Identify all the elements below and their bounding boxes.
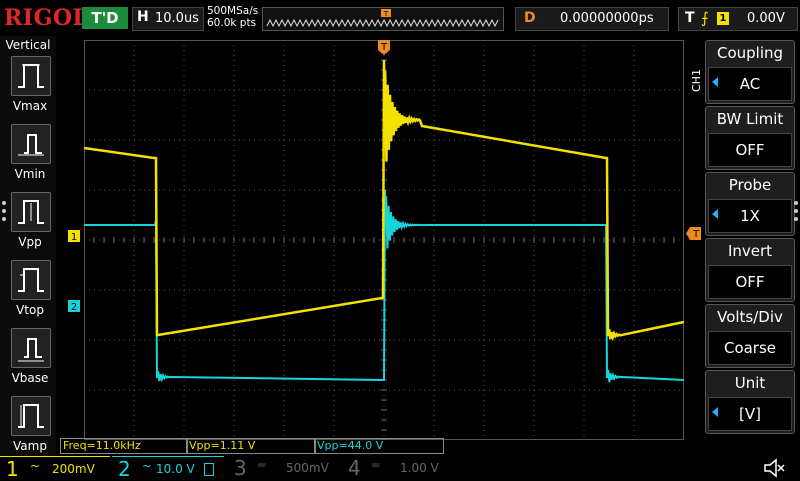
memory-overview-waveform: T: [266, 9, 499, 28]
scroll-dot: [2, 201, 6, 205]
vpp-icon: [18, 200, 44, 224]
bw-limit-title: BW Limit: [716, 110, 784, 128]
vmin-button[interactable]: [11, 124, 51, 164]
vtop-icon: [18, 268, 44, 292]
vmax-button[interactable]: [11, 56, 51, 96]
vtop-button[interactable]: [11, 260, 51, 300]
vpp-button[interactable]: [11, 192, 51, 232]
vbase-icon: [18, 338, 44, 362]
coupling-value: AC: [708, 67, 792, 101]
vmax-label: Vmax: [12, 99, 48, 113]
delay-value: 0.00000000ps: [560, 11, 654, 26]
left-arrow-icon: [712, 77, 718, 87]
trigger-box[interactable]: T ⨍ 1 0.00V: [678, 7, 798, 31]
invert-menu-item[interactable]: Invert OFF: [705, 238, 795, 302]
bw-limit-menu-item[interactable]: BW Limit OFF: [705, 106, 795, 170]
menu-channel-tag: CH1: [690, 69, 703, 92]
vbase-button[interactable]: [11, 328, 51, 368]
ch4-scale: 1.00 V: [400, 461, 439, 475]
ch2-vpp-measurement[interactable]: Vpp=44.0 V: [314, 438, 444, 454]
trigger-source-badge: 1: [717, 12, 729, 25]
scroll-dot: [2, 209, 6, 213]
invert-title: Invert: [727, 242, 773, 260]
ch4-tab[interactable]: 4 ═ 1.00 V: [342, 456, 452, 480]
ch2-offset-marker[interactable]: 2: [68, 300, 82, 314]
unit-value: [V]: [708, 397, 792, 431]
vmax-icon: [18, 64, 44, 88]
ch1-coupling-icon: ~: [30, 459, 41, 473]
delay-box[interactable]: D 0.00000000ps: [515, 7, 669, 31]
rising-edge-icon: ⨍: [701, 9, 709, 27]
trigger-level-marker[interactable]: T: [686, 227, 702, 241]
scroll-dot: [794, 201, 798, 205]
timebase-value: 10.0us: [155, 11, 199, 26]
bw-limit-value: OFF: [708, 133, 792, 167]
ch1-number: 1: [6, 457, 19, 481]
coupling-menu-item[interactable]: Coupling AC: [705, 40, 795, 104]
memory-overview-strip[interactable]: T: [262, 7, 504, 31]
trigger-position-marker[interactable]: T: [378, 40, 392, 56]
probe-menu-item[interactable]: Probe 1X: [705, 172, 795, 236]
svg-text:2: 2: [71, 302, 77, 313]
brand-logo: RIGOL: [4, 5, 89, 31]
measure-panel-title: Vertical: [5, 38, 51, 52]
probe-value: 1X: [708, 199, 792, 233]
vamp-icon: [18, 404, 44, 428]
ch1-tab[interactable]: 1 ~ 200mV: [0, 456, 110, 481]
acquisition-info: 500MSa/s 60.0k pts: [207, 5, 258, 29]
probe-title: Probe: [728, 176, 772, 194]
trigger-label: T: [685, 10, 695, 26]
svg-text:T: T: [380, 42, 388, 53]
ch1-vpp-measurement[interactable]: Vpp=1.11 V: [186, 438, 316, 454]
ch2-coupling-icon: ~: [142, 459, 153, 473]
trigger-level-value: 0.00V: [747, 11, 785, 26]
memory-trigger-marker: T: [383, 10, 389, 18]
ch2-scale: 10.0 V: [156, 462, 195, 476]
ch3-coupling-icon: ═: [258, 458, 266, 472]
ch2-number: 2: [118, 457, 131, 481]
timebase-box[interactable]: H 10.0us: [132, 7, 204, 31]
invert-value: OFF: [708, 265, 792, 299]
freq-measurement[interactable]: Freq=11.0kHz: [60, 438, 188, 454]
volts-div-value: Coarse: [708, 331, 792, 365]
speaker-muted-icon[interactable]: [762, 457, 786, 479]
ch3-scale: 500mV: [286, 461, 329, 475]
vamp-label: Vamp: [13, 439, 47, 453]
volts-div-title: Volts/Div: [717, 308, 783, 326]
volts-div-menu-item[interactable]: Volts/Div Coarse: [705, 304, 795, 368]
trigger-status-badge: T'D: [82, 7, 128, 29]
svg-text:1: 1: [71, 232, 77, 243]
vtop-label: Vtop: [16, 303, 44, 317]
ch3-number: 3: [234, 456, 247, 480]
scroll-dot: [2, 217, 6, 221]
scroll-dot: [794, 217, 798, 221]
vmin-icon: [18, 134, 44, 156]
ch4-number: 4: [348, 456, 361, 480]
ch1-offset-marker[interactable]: 1: [68, 230, 82, 244]
ch2-tab[interactable]: 2 ~ 10.0 V: [112, 456, 224, 481]
delay-label: D: [524, 10, 536, 26]
ch3-tab[interactable]: 3 ═ 500mV: [228, 456, 336, 480]
vpp-label: Vpp: [18, 235, 42, 249]
unit-menu-item[interactable]: Unit [V]: [705, 370, 795, 434]
vamp-button[interactable]: [11, 396, 51, 436]
bw-limit-icon: [204, 463, 214, 476]
svg-text:T: T: [692, 229, 700, 240]
waveform-display[interactable]: [84, 40, 684, 440]
left-arrow-icon: [712, 209, 718, 219]
horizontal-label: H: [137, 9, 149, 25]
ch4-coupling-icon: ═: [372, 458, 380, 472]
unit-title: Unit: [734, 374, 766, 392]
ch1-scale: 200mV: [52, 462, 95, 476]
memory-depth: 60.0k pts: [207, 17, 257, 29]
sample-rate: 500MSa/s: [207, 5, 259, 17]
scroll-dot: [794, 209, 798, 213]
coupling-title: Coupling: [716, 44, 784, 62]
vmin-label: Vmin: [14, 167, 46, 181]
vbase-label: Vbase: [11, 371, 49, 385]
left-arrow-icon: [712, 407, 718, 417]
